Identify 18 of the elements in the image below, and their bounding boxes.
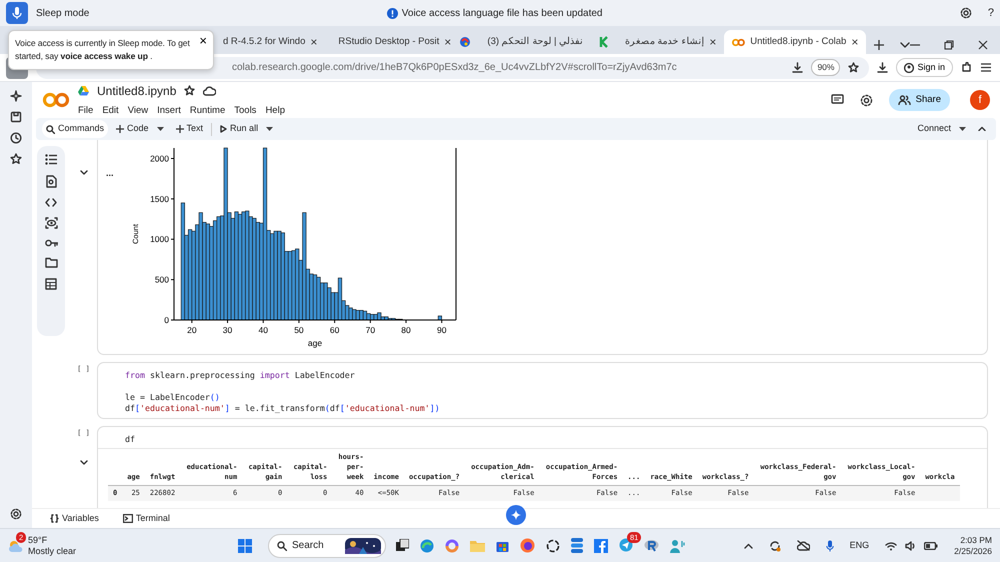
tick-label: 60 — [330, 325, 340, 335]
temperature-text: 59°F — [28, 534, 48, 546]
tick-label: 1500 — [150, 194, 169, 204]
weather-text: Mostly clear — [28, 546, 76, 556]
x-axis-title: age — [308, 338, 322, 348]
tick-label: 40 — [258, 325, 268, 335]
tick-label: 30 — [222, 325, 232, 335]
tick-label: 0 — [164, 315, 169, 325]
tick-label: 80 — [401, 325, 411, 335]
tick-label: 50 — [294, 325, 304, 335]
tick-label: 70 — [366, 325, 376, 335]
tick-label: 500 — [154, 274, 169, 285]
tick-label: 2000 — [150, 154, 169, 164]
tick-label: 90 — [436, 325, 446, 335]
tick-label: 20 — [187, 325, 197, 335]
notification-text: Voice access language file has been updated — [402, 6, 602, 20]
status-text: Sleep mode — [36, 6, 90, 20]
tick-label: 1000 — [150, 234, 169, 244]
